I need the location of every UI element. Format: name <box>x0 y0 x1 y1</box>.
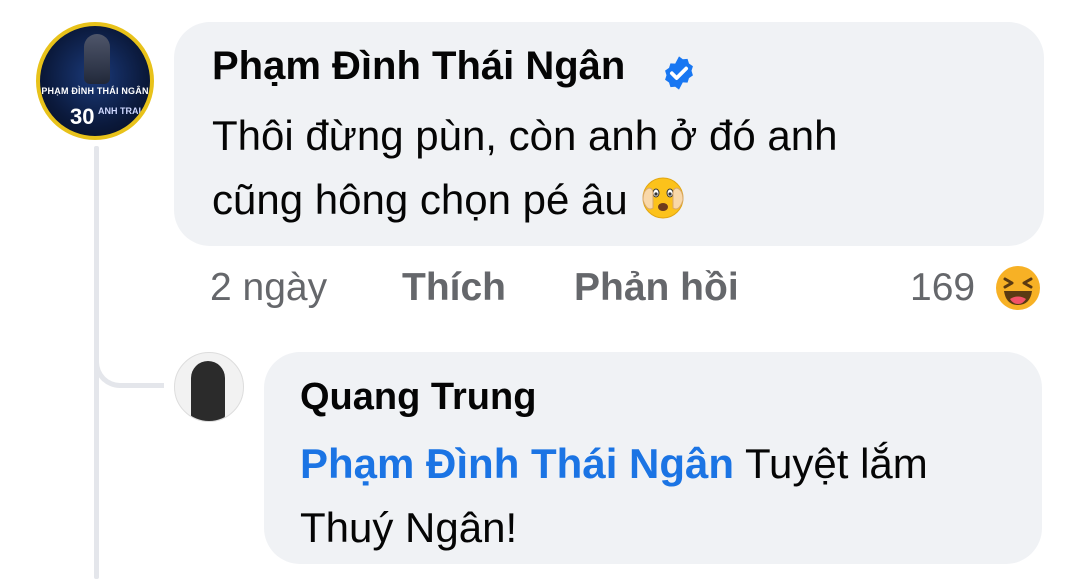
like-button[interactable]: Thích <box>402 266 506 310</box>
hand-over-mouth-emoji-icon <box>642 177 684 219</box>
comment-text: Thôi đừng pùn, còn anh ở đó anh cũng hôn… <box>212 104 1012 232</box>
comment-text-line-2: cũng hông chọn pé âu <box>212 168 1012 232</box>
thread-connector-curve <box>94 330 164 388</box>
reply-bubble: Quang Trung Phạm Đình Thái Ngân Tuyệt lắ… <box>264 352 1042 564</box>
avatar-subcaption: ANH TRAI <box>98 106 141 116</box>
reply-text-line-1: Phạm Đình Thái Ngân Tuyệt lắm <box>300 432 1020 496</box>
comment-text-line-2-text: cũng hông chọn pé âu <box>212 176 628 223</box>
reply-author[interactable]: Quang Trung <box>300 376 536 419</box>
reply-avatar[interactable] <box>174 352 244 422</box>
reply-text: Phạm Đình Thái Ngân Tuyệt lắm Thuý Ngân! <box>300 432 1020 560</box>
avatar-silhouette <box>191 361 225 421</box>
haha-reaction-icon[interactable] <box>994 264 1042 312</box>
comment-text-line-1: Thôi đừng pùn, còn anh ở đó anh <box>212 112 838 159</box>
comment-timestamp[interactable]: 2 ngày <box>210 266 327 310</box>
reply-text-line-2: Thuý Ngân! <box>300 504 518 551</box>
avatar[interactable]: PHẠM ĐÌNH THÁI NGÂN 30 ANH TRAI <box>36 22 154 140</box>
comment-bubble: Phạm Đình Thái Ngân Thôi đừng pùn, còn a… <box>174 22 1044 246</box>
verified-badge-icon <box>665 56 693 90</box>
comment-thread: PHẠM ĐÌNH THÁI NGÂN 30 ANH TRAI Phạm Đìn… <box>0 0 1075 579</box>
avatar-figure <box>84 34 110 84</box>
avatar-caption: PHẠM ĐÌNH THÁI NGÂN <box>41 86 149 96</box>
avatar-number: 30 <box>70 104 95 129</box>
reaction-count[interactable]: 169 <box>910 266 975 310</box>
comment-author[interactable]: Phạm Đình Thái Ngân <box>212 44 625 89</box>
mention-link[interactable]: Phạm Đình Thái Ngân <box>300 440 734 487</box>
reply-button[interactable]: Phản hồi <box>574 266 739 310</box>
reply-text-after-mention: Tuyệt lắm <box>734 440 928 487</box>
